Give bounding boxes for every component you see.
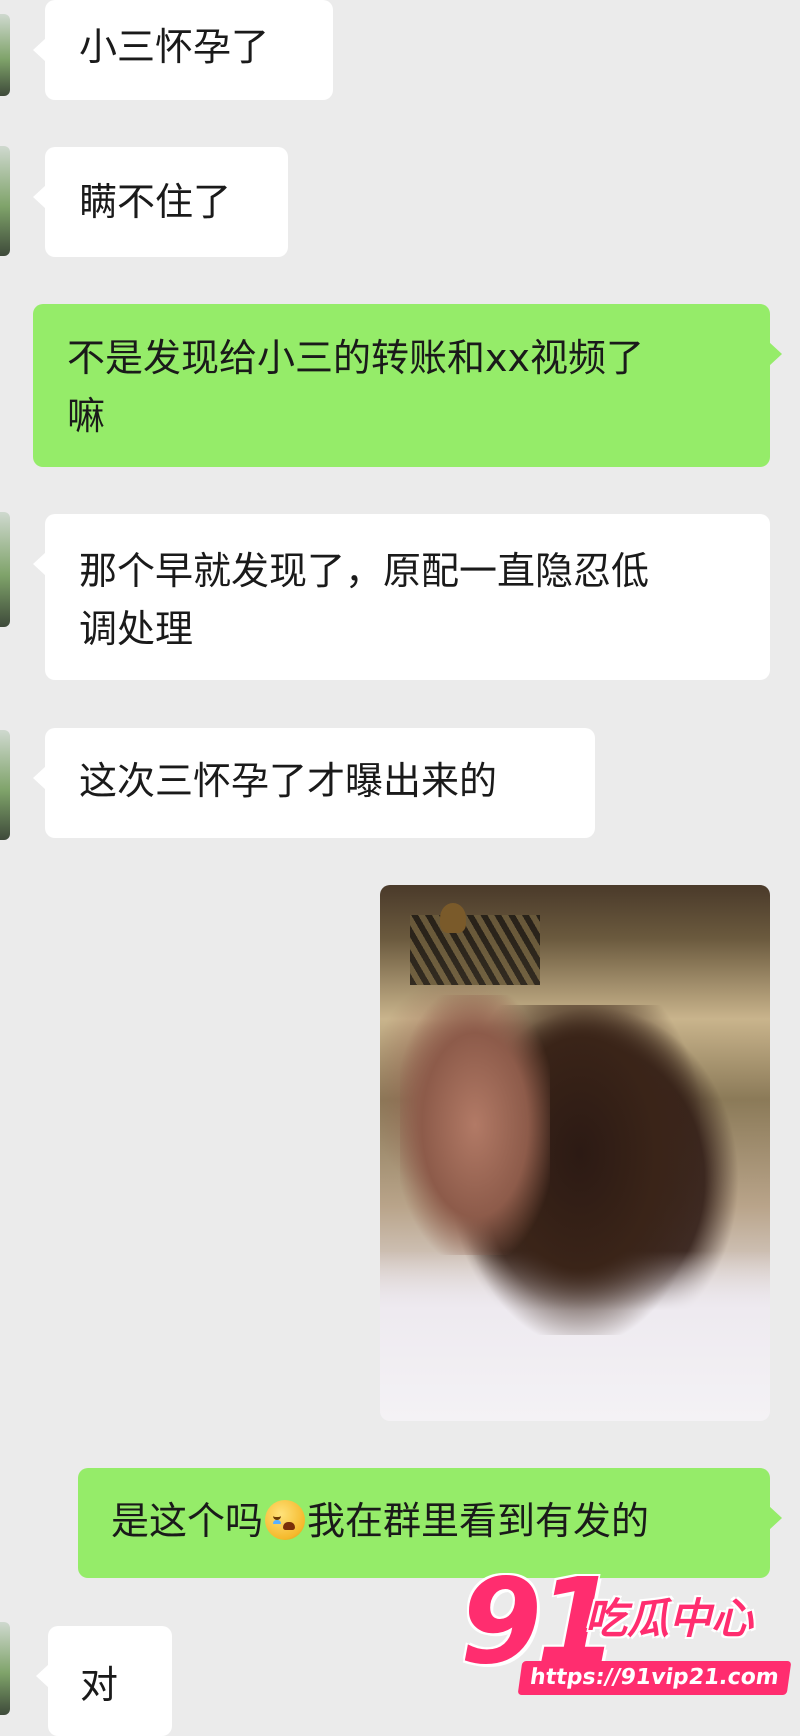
- message-bubble-incoming[interactable]: 瞒不住了: [33, 147, 288, 257]
- message-text: 不是发现给小三的转账和xx视频了 嘛: [67, 336, 644, 438]
- message-bubble-incoming[interactable]: 这次三怀孕了才曝出来的: [33, 728, 595, 838]
- avatar[interactable]: [0, 14, 10, 96]
- message-bubble-incoming[interactable]: 小三怀孕了: [33, 0, 333, 100]
- site-watermark: 91 吃瓜中心 https://91vip21.com: [460, 1562, 792, 1712]
- avatar[interactable]: [0, 146, 10, 256]
- avatar[interactable]: [0, 730, 10, 840]
- avatar[interactable]: [0, 512, 10, 627]
- message-text: 小三怀孕了: [79, 25, 270, 69]
- message-text: 对: [80, 1663, 119, 1707]
- message-text-after: 我在群里看到有发的: [307, 1499, 650, 1543]
- message-bubble-incoming[interactable]: 对: [36, 1626, 172, 1736]
- message-text: 那个早就发现了，原配一直隐忍低 调处理: [79, 549, 650, 651]
- message-bubble-incoming[interactable]: 那个早就发现了，原配一直隐忍低 调处理: [33, 514, 770, 680]
- watermark-brand: 吃瓜中心: [585, 1594, 754, 1643]
- photo-headboard: [410, 915, 540, 985]
- crying-face-emoji-icon: [265, 1500, 306, 1540]
- watermark-url: https://91vip21.com: [517, 1661, 792, 1695]
- photo-hand: [400, 995, 550, 1255]
- message-text-before: 是这个吗: [111, 1499, 264, 1543]
- message-bubble-outgoing[interactable]: 不是发现给小三的转账和xx视频了 嘛: [33, 304, 782, 467]
- avatar[interactable]: [0, 1622, 10, 1715]
- message-text: 瞒不住了: [79, 180, 232, 224]
- image-message[interactable]: [380, 885, 770, 1421]
- message-text: 这次三怀孕了才曝出来的: [79, 759, 498, 803]
- photo-lamp: [440, 903, 466, 933]
